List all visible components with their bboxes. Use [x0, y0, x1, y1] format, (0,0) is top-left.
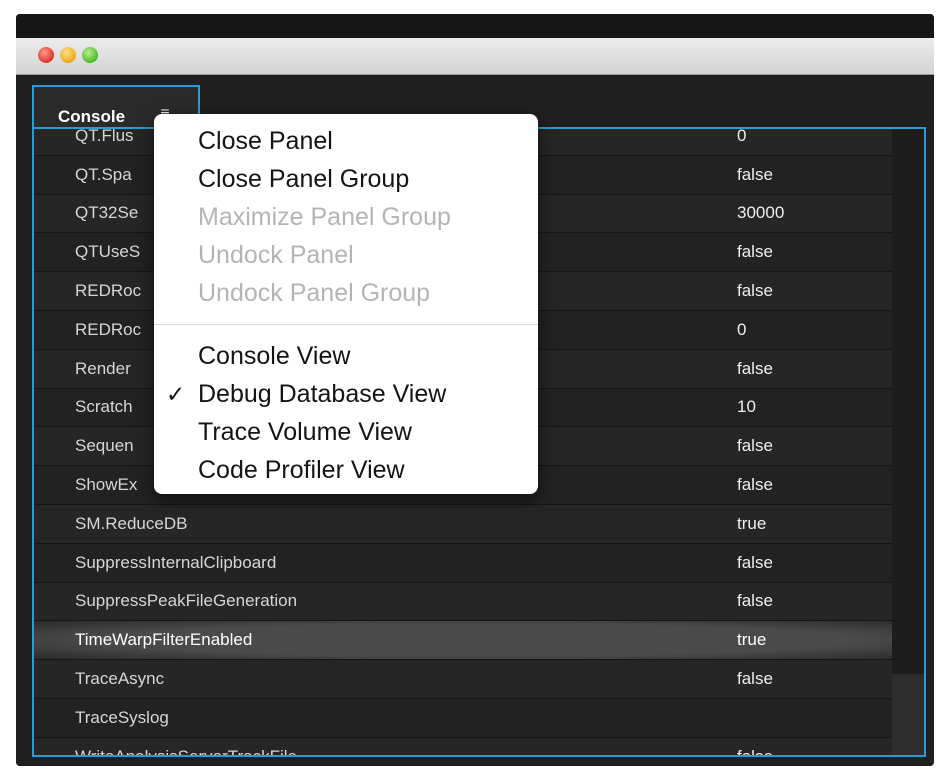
menu-separator: [154, 324, 538, 325]
panel-context-menu: Close Panel Close Panel Group Maximize Pan…: [154, 114, 538, 494]
table-row[interactable]: SuppressPeakFileGeneration false: [34, 582, 924, 622]
menu-item-label: Undock Panel Group: [198, 279, 431, 307]
menu-item-close-panel-group[interactable]: Close Panel Group: [154, 160, 538, 198]
row-name: SuppressPeakFileGeneration: [75, 591, 298, 611]
menu-item-maximize-panel-group: Maximize Panel Group: [154, 198, 538, 236]
table-row[interactable]: TraceSyslog: [34, 698, 924, 738]
row-name: WriteAnalysisServerTrackFile: [75, 746, 297, 757]
tab-console-label: Console: [58, 107, 126, 126]
row-name: TimeWarpFilterEnabled: [75, 630, 253, 650]
menu-item-trace-volume-view[interactable]: Trace Volume View: [154, 413, 538, 451]
menu-item-code-profiler-view[interactable]: Code Profiler View: [154, 451, 538, 489]
menu-item-close-panel[interactable]: Close Panel: [154, 122, 538, 160]
vertical-scrollbar[interactable]: [892, 129, 924, 755]
menu-item-label: Code Profiler View: [198, 456, 405, 484]
menu-item-undock-panel: Undock Panel: [154, 236, 538, 274]
menu-item-label: Debug Database View: [198, 380, 447, 408]
checkmark-icon: ✓: [166, 381, 186, 407]
menu-item-debug-database-view[interactable]: ✓ Debug Database View: [154, 375, 538, 413]
menu-item-label: Console View: [198, 342, 351, 370]
minimize-window-button[interactable]: [60, 47, 76, 63]
row-name: TraceSyslog: [75, 707, 169, 727]
maximize-window-button[interactable]: [82, 47, 98, 63]
table-row[interactable]: TraceAsync false: [34, 660, 924, 699]
table-row[interactable]: SuppressInternalClipboard false: [34, 543, 924, 583]
table-row[interactable]: SM.ReduceDB true: [34, 504, 924, 544]
row-name: SuppressInternalClipboard: [75, 552, 277, 572]
row-name: SM.ReduceDB: [75, 513, 188, 533]
table-row[interactable]: WriteAnalysisServerTrackFile false: [34, 737, 924, 757]
menu-item-label: Undock Panel: [198, 241, 354, 269]
row-name: TraceAsync: [75, 669, 165, 689]
menu-item-label: Close Panel Group: [198, 165, 410, 193]
menu-item-label: Close Panel: [198, 127, 333, 155]
menu-item-undock-panel-group: Undock Panel Group: [154, 274, 538, 312]
title-bar-shadow: [16, 14, 934, 38]
menu-item-label: Maximize Panel Group: [198, 203, 451, 231]
title-bar: [16, 38, 934, 75]
menu-item-label: Trace Volume View: [198, 418, 412, 446]
table-row[interactable]: TimeWarpFilterEnabled true: [34, 621, 924, 661]
scrollbar-thumb[interactable]: [892, 674, 924, 755]
close-window-button[interactable]: [38, 47, 54, 63]
menu-item-console-view[interactable]: Console View: [154, 337, 538, 375]
